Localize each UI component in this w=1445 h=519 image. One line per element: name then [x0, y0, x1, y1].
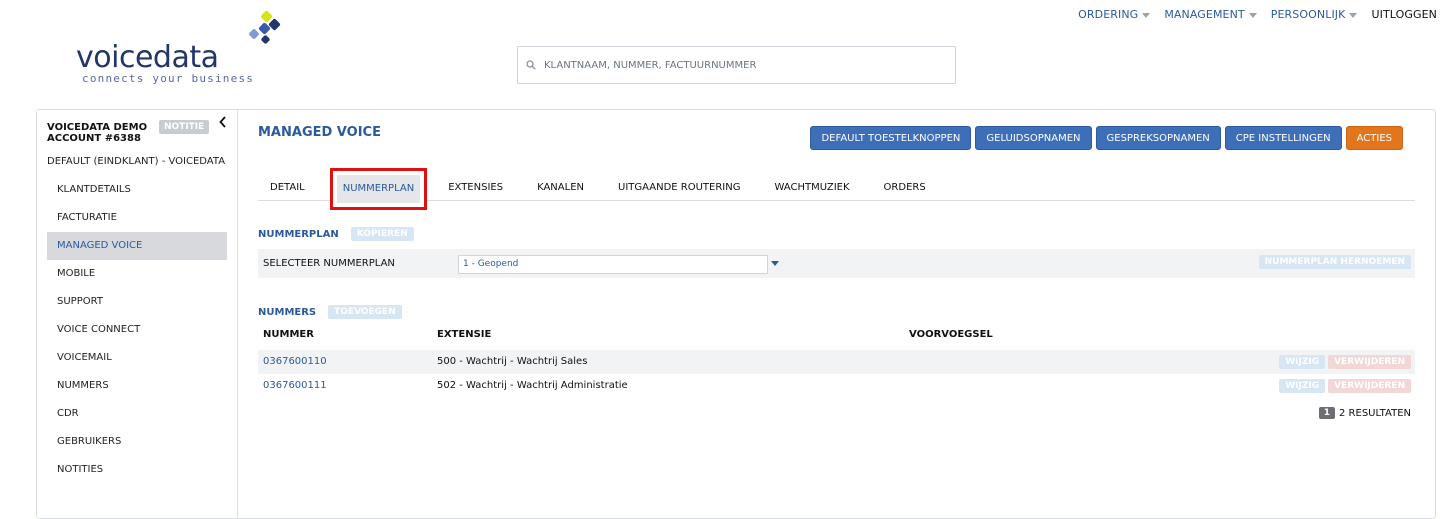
pagination: 1 2 RESULTATEN — [1318, 407, 1411, 419]
sidebar-item-support[interactable]: SUPPORT — [47, 288, 227, 316]
column-nummer: NUMMER — [263, 329, 314, 340]
nav-persoonlijk-label: PERSOONLIJK — [1270, 8, 1346, 21]
table-row: 0367600110 500 - Wachtrij - Wachtrij Sal… — [258, 350, 1415, 374]
results-count: 2 RESULTATEN — [1339, 407, 1411, 419]
extensie-value: 502 - Wachtrij - Wachtrij Administratie — [437, 380, 628, 391]
nummerplan-heading: NUMMERPLAN — [258, 228, 339, 240]
default-customer-label: DEFAULT (EINDKLANT) - VOICEDATA — [47, 156, 226, 167]
select-nummerplan-label: SELECTEER NUMMERPLAN — [263, 258, 395, 269]
nummerplan-header: NUMMERPLAN KOPIEREN — [258, 227, 414, 241]
kopieren-button[interactable]: KOPIEREN — [350, 227, 414, 241]
nav-ordering-label: ORDERING — [1078, 8, 1139, 21]
logo-wordmark: voicedata — [76, 40, 219, 75]
search-box[interactable] — [517, 46, 956, 84]
sidebar-item-gebruikers[interactable]: GEBRUIKERS — [47, 428, 227, 456]
table-header: NUMMER EXTENSIE VOORVOEGSEL — [258, 329, 1415, 349]
nummer-link[interactable]: 0367600111 — [263, 374, 327, 398]
page-title: MANAGED VOICE — [258, 125, 381, 140]
search-icon — [526, 60, 536, 70]
content-area: MANAGED VOICE DEFAULT TOESTELKNOPPEN GEL… — [238, 110, 1435, 518]
top-navigation: ORDERING MANAGEMENT PERSOONLIJK UITLOGGE… — [1078, 8, 1437, 21]
tab-nummerplan[interactable]: NUMMERPLAN — [336, 175, 421, 203]
sidebar-nav: KLANTDETAILS FACTURATIE MANAGED VOICE MO… — [47, 176, 227, 484]
chevron-left-icon[interactable] — [219, 116, 227, 132]
sidebar-item-managed-voice[interactable]: MANAGED VOICE — [47, 232, 227, 260]
column-voorvoegsel: VOORVOEGSEL — [909, 329, 993, 340]
acties-button[interactable]: ACTIES — [1345, 126, 1403, 150]
nummerplan-select-row: SELECTEER NUMMERPLAN 1 - Geopend NUMMERP… — [258, 249, 1415, 278]
sidebar-item-facturatie[interactable]: FACTURATIE — [47, 204, 227, 232]
search-input[interactable] — [544, 59, 924, 71]
logo-tagline: connects your business — [82, 72, 255, 85]
tab-detail[interactable]: DETAIL — [258, 168, 317, 201]
tab-kanalen[interactable]: KANALEN — [525, 168, 596, 201]
nav-uitloggen[interactable]: UITLOGGEN — [1371, 8, 1437, 21]
nummer-link[interactable]: 0367600110 — [263, 350, 327, 374]
cpe-instellingen-button[interactable]: CPE INSTELLINGEN — [1224, 126, 1342, 150]
default-toestelknoppen-button[interactable]: DEFAULT TOESTELKNOPPEN — [810, 126, 972, 150]
sidebar-item-cdr[interactable]: CDR — [47, 400, 227, 428]
geluidsopnamen-button[interactable]: GELUIDSOPNAMEN — [975, 126, 1092, 150]
row-actions: WIJZIG VERWIJDEREN — [1279, 379, 1411, 393]
wijzig-button[interactable]: WIJZIG — [1279, 379, 1326, 393]
account-name: VOICEDATA DEMO ACCOUNT #6388 — [47, 122, 148, 144]
nummers-heading: NUMMERS — [258, 306, 317, 318]
nav-uitloggen-label: UITLOGGEN — [1371, 8, 1437, 21]
logo[interactable]: voicedata connects your business — [76, 10, 296, 90]
sidebar-item-nummers[interactable]: NUMMERS — [47, 372, 227, 400]
nummers-header: NUMMERS TOEVOEGEN — [258, 305, 402, 319]
tab-uitgaande-routering[interactable]: UITGAANDE ROUTERING — [606, 168, 752, 201]
nav-ordering[interactable]: ORDERING — [1078, 8, 1151, 21]
main-panel: VOICEDATA DEMO ACCOUNT #6388 NOTITIE DEF… — [36, 109, 1436, 519]
tab-bar: DETAIL NUMMERPLAN EXTENSIES KANALEN UITG… — [258, 168, 1415, 203]
caret-down-icon[interactable] — [771, 261, 779, 266]
caret-down-icon — [1142, 12, 1151, 18]
row-actions: WIJZIG VERWIJDEREN — [1279, 355, 1411, 369]
logo-mark-icon — [249, 10, 281, 44]
extensie-value: 500 - Wachtrij - Wachtrij Sales — [437, 356, 588, 367]
wijzig-button[interactable]: WIJZIG — [1279, 355, 1326, 369]
sidebar: VOICEDATA DEMO ACCOUNT #6388 NOTITIE DEF… — [37, 110, 238, 518]
toevoegen-button[interactable]: TOEVOEGEN — [328, 305, 402, 319]
verwijderen-button[interactable]: VERWIJDEREN — [1328, 355, 1411, 369]
nav-persoonlijk[interactable]: PERSOONLIJK — [1271, 8, 1358, 21]
action-buttons: DEFAULT TOESTELKNOPPEN GELUIDSOPNAMEN GE… — [810, 126, 1403, 150]
nav-management[interactable]: MANAGEMENT — [1164, 8, 1257, 21]
verwijderen-button[interactable]: VERWIJDEREN — [1328, 379, 1411, 393]
sidebar-item-klantdetails[interactable]: KLANTDETAILS — [47, 176, 227, 204]
caret-down-icon — [1248, 12, 1257, 18]
nav-management-label: MANAGEMENT — [1164, 8, 1245, 21]
table-row: 0367600111 502 - Wachtrij - Wachtrij Adm… — [258, 374, 1415, 398]
nummerplan-select[interactable]: 1 - Geopend — [458, 255, 768, 274]
tab-wachtmuziek[interactable]: WACHTMUZIEK — [762, 168, 861, 201]
page-number[interactable]: 1 — [1318, 407, 1336, 419]
tab-orders[interactable]: ORDERS — [872, 168, 938, 201]
sidebar-item-voice-connect[interactable]: VOICE CONNECT — [47, 316, 227, 344]
caret-down-icon — [1349, 12, 1358, 18]
nummerplan-hernoemen-button[interactable]: NUMMERPLAN HERNOEMEN — [1258, 255, 1411, 269]
sidebar-item-mobile[interactable]: MOBILE — [47, 260, 227, 288]
column-extensie: EXTENSIE — [437, 329, 492, 340]
gespreksopnamen-button[interactable]: GESPREKSOPNAMEN — [1095, 126, 1221, 150]
notitie-button[interactable]: NOTITIE — [159, 120, 210, 134]
sidebar-item-notities[interactable]: NOTITIES — [47, 456, 227, 484]
tab-extensies[interactable]: EXTENSIES — [436, 168, 515, 201]
sidebar-item-voicemail[interactable]: VOICEMAIL — [47, 344, 227, 372]
